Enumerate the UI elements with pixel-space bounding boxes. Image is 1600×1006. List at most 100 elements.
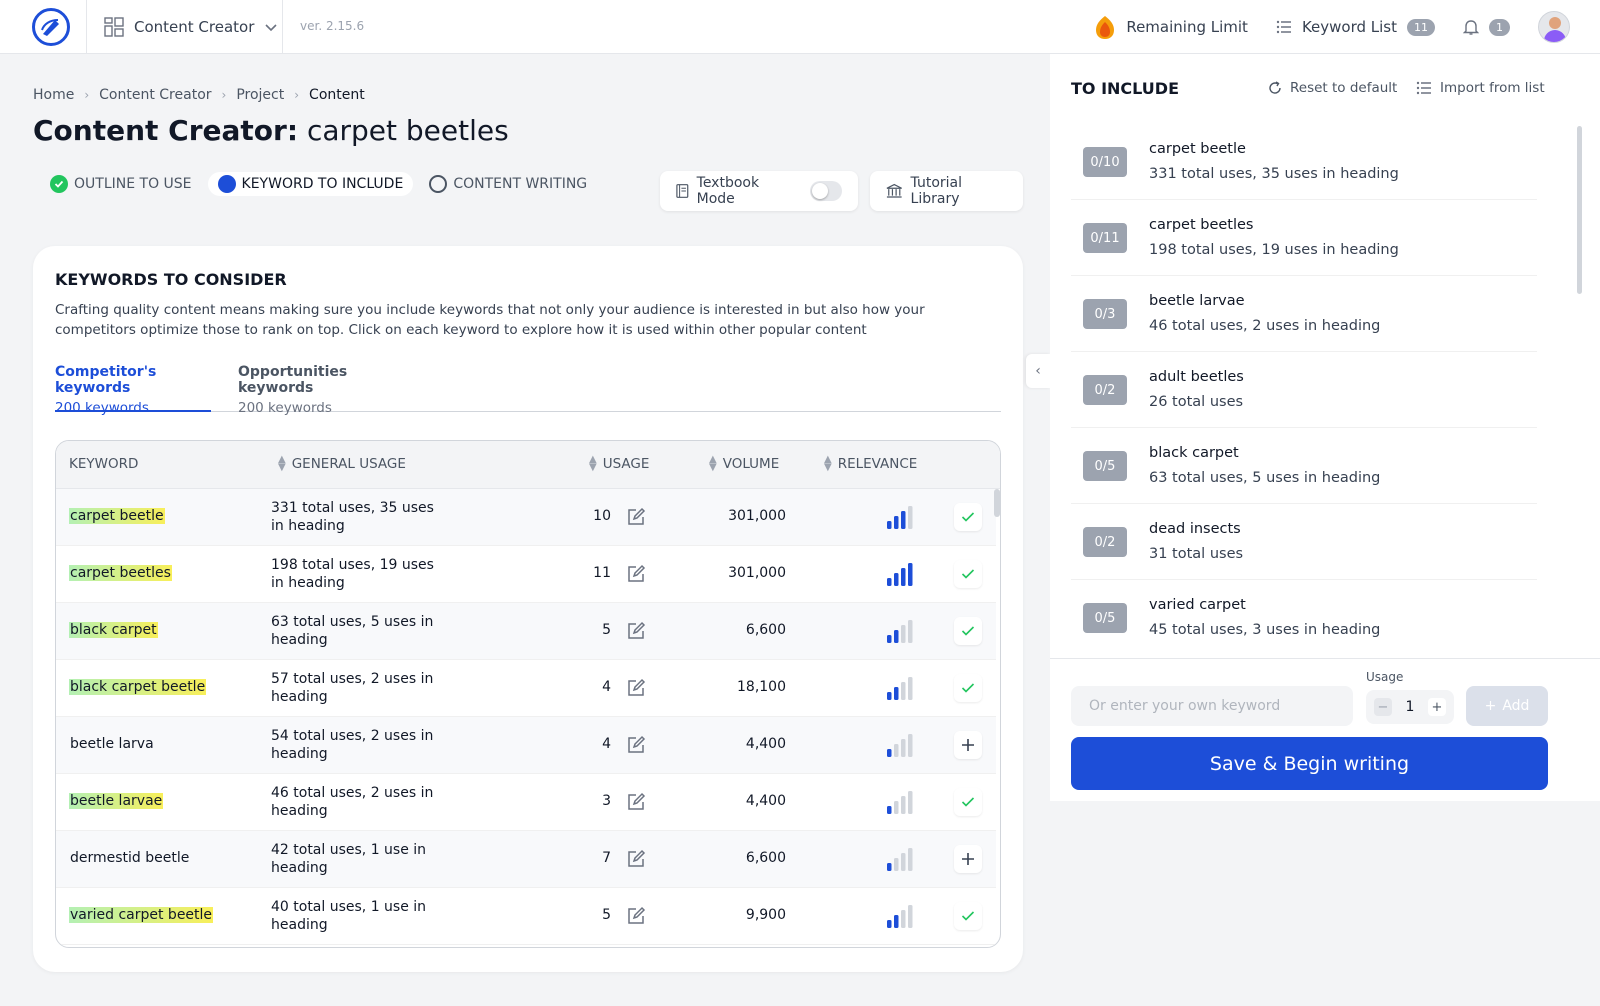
add-keyword-row-button[interactable] — [954, 731, 982, 759]
add-keyword-button[interactable]: + Add — [1466, 686, 1548, 726]
list-icon — [1276, 20, 1291, 34]
version-label: ver. 2.15.6 — [300, 19, 365, 33]
table-scrollbar[interactable] — [994, 489, 1000, 517]
to-include-item[interactable]: 0/3 beetle larvae 46 total uses, 2 uses in… — [1071, 276, 1537, 352]
edit-icon[interactable] — [626, 849, 646, 869]
to-include-item[interactable]: 0/5 black carpet 63 total uses, 5 uses in … — [1071, 428, 1537, 504]
row-keyword[interactable]: dermestid beetle — [69, 850, 190, 866]
to-include-scrollbar[interactable] — [1577, 126, 1582, 294]
column-relevance[interactable]: ▲ ▼ RELEVANCE — [824, 455, 917, 473]
row-volume: 18,100 — [737, 679, 786, 695]
usage-value[interactable]: 1 — [1406, 699, 1415, 715]
added-keyword-button[interactable] — [954, 617, 982, 645]
remaining-limit-button[interactable]: Remaining Limit — [1094, 14, 1248, 40]
added-keyword-button[interactable] — [954, 560, 982, 588]
table-row[interactable]: beetle larvae 46 total uses, 2 uses in he… — [56, 774, 996, 831]
row-usage: 4 — [602, 679, 611, 695]
page-title-subject: carpet beetles — [306, 114, 509, 147]
tab-competitors-keywords[interactable]: Competitor's keywords 200 keywords — [55, 364, 211, 416]
row-general-usage: 40 total uses, 1 use in heading — [271, 899, 427, 933]
decrement-button[interactable]: − — [1374, 698, 1392, 716]
textbook-mode-control[interactable]: Textbook Mode — [660, 171, 858, 211]
collapse-panel-button[interactable]: ‹ — [1026, 354, 1050, 388]
row-keyword[interactable]: varied carpet beetle — [69, 907, 214, 923]
relevance-bars-icon — [887, 734, 913, 757]
added-keyword-button[interactable] — [954, 503, 982, 531]
tab-count: 200 keywords — [238, 400, 332, 416]
table-row[interactable]: carpet beetles 198 total uses, 19 uses in… — [56, 546, 996, 603]
table-row[interactable]: black carpet beetle 57 total uses, 2 uses… — [56, 660, 996, 717]
edit-icon[interactable] — [626, 507, 646, 527]
row-volume: 6,600 — [745, 622, 786, 638]
tab-label: Opportunities keywords — [238, 364, 348, 396]
table-row[interactable]: black carpet 63 total uses, 5 uses in hea… — [56, 603, 996, 660]
usage-progress-badge: 0/2 — [1083, 527, 1127, 557]
usage-progress-badge: 0/10 — [1083, 147, 1127, 177]
column-volume[interactable]: ▲ ▼ VOLUME — [709, 455, 779, 473]
tab-count: 200 keywords — [55, 400, 149, 416]
row-general-usage: 331 total uses, 35 uses in heading — [271, 500, 434, 534]
avatar[interactable] — [1538, 11, 1570, 43]
step-outline[interactable]: OUTLINE TO USE — [40, 172, 202, 196]
chevron-right-icon: › — [221, 88, 227, 102]
to-include-item[interactable]: 0/2 dead insects 31 total uses — [1071, 504, 1537, 580]
to-include-item[interactable]: 0/11 carpet beetles 198 total uses, 19 use… — [1071, 200, 1537, 276]
keyword-list-button[interactable]: Keyword List 11 — [1276, 18, 1435, 36]
table-row[interactable]: beetle larva 54 total uses, 2 uses in hea… — [56, 717, 996, 774]
tutorial-library-button[interactable]: Tutorial Library — [870, 171, 1023, 211]
added-keyword-button[interactable] — [954, 902, 982, 930]
breadcrumb-home[interactable]: Home — [33, 87, 74, 103]
column-keyword: KEYWORD — [69, 456, 139, 472]
edit-icon[interactable] — [626, 564, 646, 584]
usage-stepper: − 1 + — [1366, 690, 1454, 724]
page-title-prefix: Content Creator: — [33, 114, 299, 147]
reset-to-default-button[interactable]: Reset to default — [1268, 80, 1397, 96]
to-include-detail: 63 total uses, 5 uses in heading — [1149, 470, 1381, 486]
added-keyword-button[interactable] — [954, 674, 982, 702]
to-include-item[interactable]: 0/5 varied carpet 45 total uses, 3 uses in… — [1071, 580, 1537, 639]
tab-label: Competitor's keywords — [55, 364, 157, 396]
breadcrumb-current: Content — [309, 87, 365, 103]
added-keyword-button[interactable] — [954, 788, 982, 816]
tab-opportunities-keywords[interactable]: Opportunities keywords 200 keywords — [238, 364, 408, 416]
step-keyword[interactable]: KEYWORD TO INCLUDE — [207, 172, 414, 196]
to-include-item[interactable]: 0/10 carpet beetle 331 total uses, 35 uses… — [1071, 124, 1537, 200]
notifications-button[interactable]: 1 — [1463, 18, 1510, 36]
edit-icon[interactable] — [626, 906, 646, 926]
edit-icon[interactable] — [626, 678, 646, 698]
column-usage[interactable]: ▲ ▼ USAGE — [589, 455, 649, 473]
app-switcher[interactable]: Content Creator — [104, 0, 278, 54]
breadcrumb-content-creator[interactable]: Content Creator — [99, 87, 211, 103]
breadcrumb-project[interactable]: Project — [236, 87, 284, 103]
edit-icon[interactable] — [626, 621, 646, 641]
check-circle-icon — [50, 175, 68, 193]
edit-icon[interactable] — [626, 792, 646, 812]
plus-icon — [962, 853, 974, 865]
step-content-writing[interactable]: CONTENT WRITING — [419, 172, 597, 196]
usage-progress-badge: 0/2 — [1083, 375, 1127, 405]
top-bar: Content Creator ver. 2.15.6 Remaining Li… — [0, 0, 1600, 54]
row-keyword[interactable]: black carpet — [69, 622, 158, 638]
save-and-begin-writing-button[interactable]: Save & Begin writing — [1071, 737, 1548, 790]
row-keyword[interactable]: beetle larvae — [69, 793, 164, 809]
increment-button[interactable]: + — [1427, 698, 1446, 716]
row-keyword[interactable]: carpet beetle — [69, 508, 165, 524]
table-row[interactable]: varied carpet beetle 40 total uses, 1 use… — [56, 888, 996, 945]
import-from-list-button[interactable]: Import from list — [1416, 80, 1545, 96]
chevron-right-icon: › — [84, 88, 90, 102]
edit-icon[interactable] — [626, 735, 646, 755]
row-keyword[interactable]: beetle larva — [69, 736, 155, 752]
to-include-item[interactable]: 0/2 adult beetles 26 total uses — [1071, 352, 1537, 428]
add-keyword-row-button[interactable] — [954, 845, 982, 873]
relevance-bars-icon — [887, 563, 913, 586]
column-general-usage[interactable]: ▲ ▼ GENERAL USAGE — [278, 455, 406, 473]
textbook-mode-toggle[interactable] — [809, 181, 842, 201]
usage-progress-badge: 0/11 — [1083, 223, 1127, 253]
own-keyword-input[interactable] — [1071, 686, 1353, 726]
row-keyword[interactable]: carpet beetles — [69, 565, 172, 581]
table-row[interactable]: carpet beetle 331 total uses, 35 uses in … — [56, 489, 996, 546]
row-keyword[interactable]: black carpet beetle — [69, 679, 207, 695]
row-volume: 301,000 — [728, 565, 786, 581]
app-logo[interactable] — [32, 8, 70, 46]
table-row[interactable]: dermestid beetle 42 total uses, 1 use in … — [56, 831, 996, 888]
